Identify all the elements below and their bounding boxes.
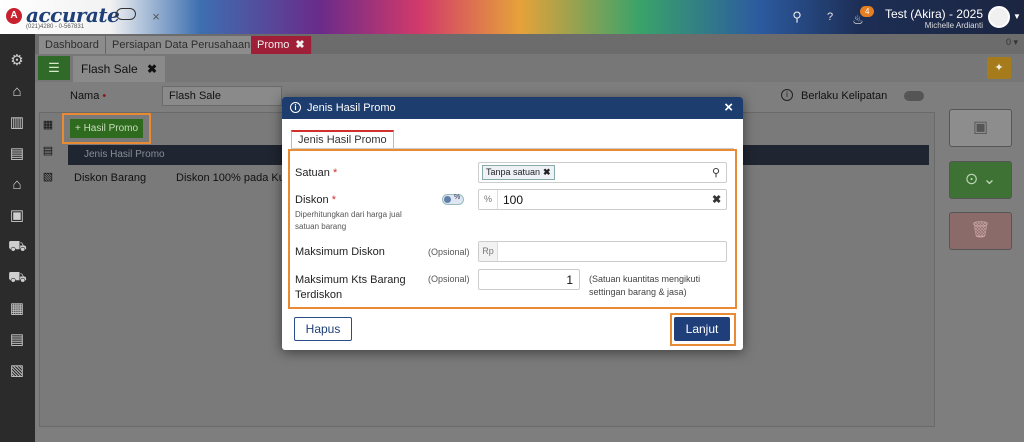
tab-promo[interactable]: Promo ✖ [251,36,312,54]
nama-label: Nama • [70,90,107,102]
info-icon: i [290,102,301,113]
close-icon[interactable]: × [724,99,733,116]
form-tab-label: Flash Sale [81,62,138,76]
satuan-label: Satuan * [295,167,338,179]
add-hasil-promo-button[interactable]: + Hasil Promo [70,119,143,138]
save-button[interactable]: ▣ [949,109,1012,147]
tab-dashboard[interactable]: Dashboard [39,36,106,54]
jenis-hasil-promo-dialog: i Jenis Hasil Promo × Jenis Hasil Promo … [282,97,743,350]
accurate-logo-icon: A [6,8,22,24]
calendar-icon[interactable]: ▦ [41,118,55,132]
help-icon[interactable]: ? [823,10,837,24]
company-name[interactable]: Test (Akira) - 2025 [873,7,983,21]
avatar[interactable] [988,6,1010,28]
settings-gear-icon[interactable]: ⚙ [8,52,26,70]
form-toolbar: ☰ Flash Sale ✖ ✦ [35,54,1024,82]
hapus-button[interactable]: Hapus [294,317,352,341]
cart-icon[interactable]: ⛟ [8,238,27,256]
top-bar: A accurate (021)4280 - 0-567831 × ⚲ ? ♨ … [0,0,1024,34]
tab-promo-label: Promo [257,39,290,51]
gift-icon[interactable]: ▧ [8,362,26,380]
shopping-bag-icon[interactable]: ▣ [8,207,26,225]
tab-persiapan-data[interactable]: Persiapan Data Perusahaan [106,36,258,54]
column-jenis-hasil-promo[interactable]: Jenis Hasil Promo [84,145,165,165]
gift-icon[interactable]: ▧ [41,170,55,184]
list-view-button[interactable]: ☰ [38,56,70,80]
cloud-icon [116,8,136,20]
more-options-button[interactable]: ⊙ ⌄ [949,161,1012,199]
close-icon[interactable]: ✖ [295,39,304,51]
optional-label: (Opsional) [428,274,470,284]
maksimum-kts-label: Maksimum Kts Barang Terdiskon [295,274,406,301]
close-icon[interactable]: × [149,10,163,24]
delete-button[interactable]: 🗑 [949,212,1012,250]
berlaku-kelipatan-toggle[interactable] [904,91,924,101]
diskon-input[interactable]: % 100 ✖ [478,189,727,210]
tab-bar: Dashboard Persiapan Data Perusahaan Prom… [35,34,1024,54]
berlaku-kelipatan-label: Berlaku Kelipatan [801,90,888,102]
notes-icon[interactable]: ▤ [41,144,55,158]
chevron-down-icon[interactable]: ▼ [1013,12,1021,21]
dialog-title: Jenis Hasil Promo [307,102,396,114]
lanjut-button[interactable]: Lanjut [674,317,730,341]
left-sidebar: ⚙ ⌂ ▥ ▤ ⌂ ▣ ⛟ ⛟ ▦ ▤ ▧ [0,34,35,442]
nama-input[interactable]: Flash Sale [162,86,282,106]
maksimum-kts-value: 1 [566,273,573,287]
user-name: Michelle Ardianti [924,21,983,30]
building-icon[interactable]: ▥ [8,114,26,132]
diskon-type-toggle[interactable]: % [442,194,464,205]
search-icon[interactable]: ⚲ [712,166,720,179]
report-icon[interactable]: ▤ [8,331,26,349]
remove-chip-icon[interactable]: ✖ [543,167,551,177]
maksimum-diskon-label: Maksimum Diskon [295,246,385,258]
sales-cart-icon[interactable]: ⛟ [8,269,27,287]
ledger-icon[interactable]: ▤ [8,145,26,163]
clear-icon[interactable]: ✖ [712,193,721,206]
info-icon: i [781,89,793,101]
satuan-chip: Tanpa satuan ✖ [482,165,555,180]
bank-icon[interactable]: ⌂ [8,176,26,194]
diskon-label: Diskon * [295,194,336,206]
warehouse-icon[interactable]: ▦ [8,300,26,318]
company-icon[interactable]: ⌂ [8,83,26,101]
maksimum-kts-note: (Satuan kuantitas mengikuti settingan ba… [589,274,701,297]
diskon-hint: Diperhitungkan dari harga jual satuan ba… [295,210,402,231]
maksimum-kts-input[interactable]: 1 [478,269,580,290]
diskon-value: 100 [503,193,524,207]
grid-cell-keterangan[interactable]: Diskon 100% pada Kurs [176,172,294,184]
diskon-prefix: % [479,190,498,209]
tab-overflow-menu[interactable]: 0 ▾ [1006,37,1018,48]
satuan-select[interactable]: Tanpa satuan ✖ ⚲ [478,162,727,183]
toggle-knob [444,196,451,203]
toggle-label: % [454,194,461,201]
currency-prefix: Rp [479,242,498,261]
grid-cell-jenis[interactable]: Diskon Barang [74,172,146,184]
close-icon[interactable]: ✖ [147,62,157,76]
dialog-header: i Jenis Hasil Promo × [282,97,743,119]
brand-phone: (021)4280 - 0-567831 [26,24,85,30]
lightbulb-icon[interactable]: ✦ [987,57,1011,79]
form-tab-flash-sale[interactable]: Flash Sale ✖ [73,56,166,82]
optional-label: (Opsional) [428,247,470,257]
maksimum-diskon-input[interactable]: Rp [478,241,727,262]
dialog-tab-jenis-hasil-promo[interactable]: Jenis Hasil Promo [291,130,394,149]
search-icon[interactable]: ⚲ [790,10,804,24]
